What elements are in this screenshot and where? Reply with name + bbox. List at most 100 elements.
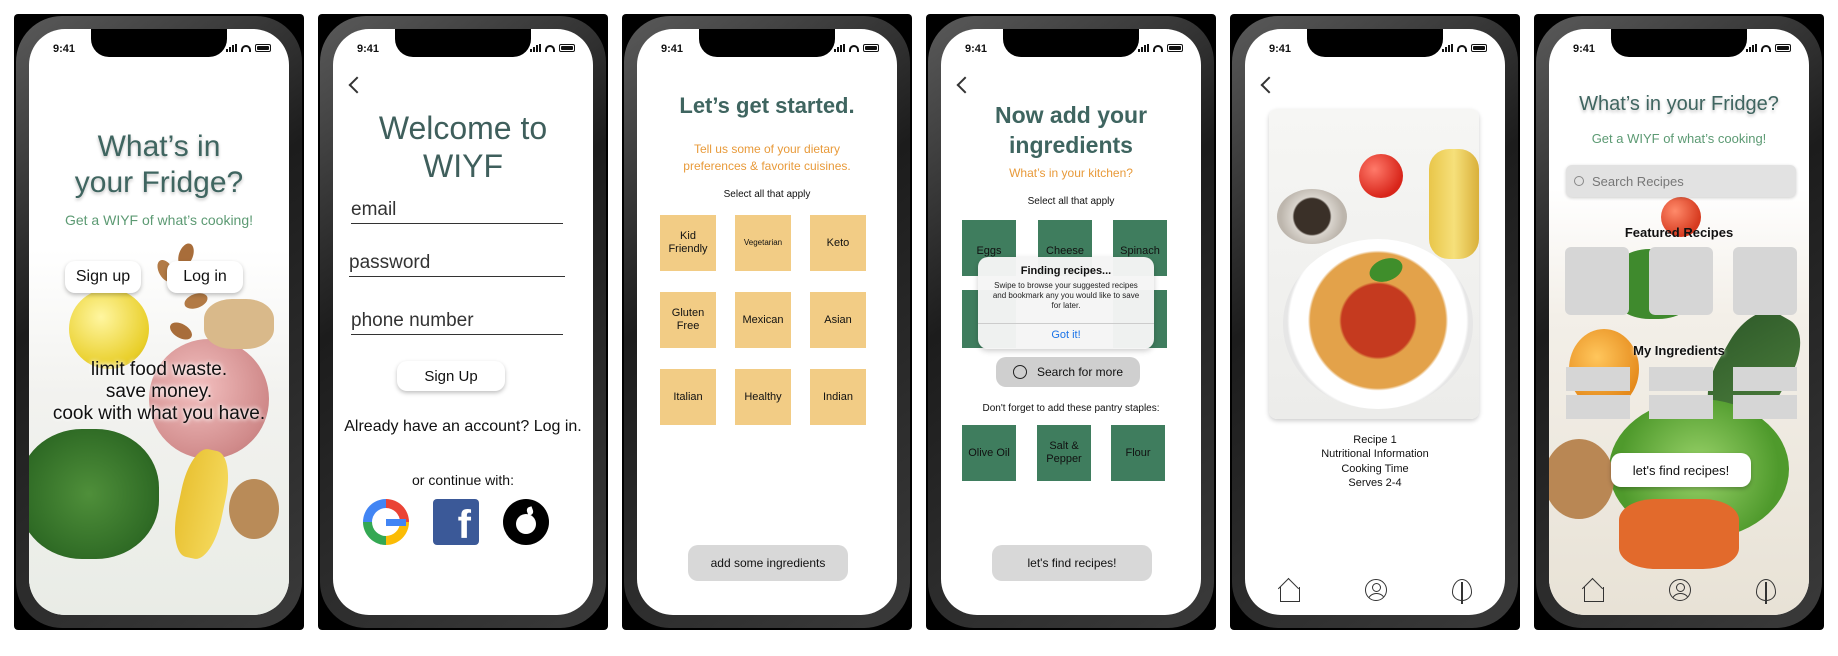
home-screen: 9:41 What’s in your Fridge? Get a WIYF o… [1549, 29, 1809, 615]
sign-up-button[interactable]: Sign up [65, 261, 141, 293]
ingredient-slot-6[interactable] [1733, 395, 1797, 419]
ingredient-slot-2[interactable] [1649, 367, 1713, 391]
status-time: 9:41 [965, 43, 988, 55]
google-icon[interactable] [363, 499, 409, 545]
app-subtitle: Get a WIYF of what’s cooking! [1591, 131, 1767, 146]
profile-icon[interactable] [1364, 579, 1387, 601]
ingredient-slot-3[interactable] [1733, 367, 1797, 391]
search-for-more-label: Search for more [1036, 365, 1124, 379]
got-it-button[interactable]: Got it! [978, 329, 1154, 341]
landing-screen: 9:41 What’s in your Fridge? Get a WIYF o… [29, 29, 289, 615]
option-indian[interactable]: Indian [810, 369, 866, 425]
option-italian[interactable]: Italian [660, 369, 716, 425]
status-time: 9:41 [1269, 43, 1292, 55]
herbs [29, 429, 159, 559]
search-recipes-input[interactable]: Search Recipes [1566, 165, 1796, 197]
featured-card-2[interactable] [1649, 247, 1713, 315]
notch [699, 29, 835, 57]
page-subtitle-line-2: preferences & favorite cuisines. [683, 158, 851, 173]
ingredient-slot-5[interactable] [1649, 395, 1713, 419]
staples-label: Don't forget to add these pantry staples… [982, 403, 1160, 414]
notch [1611, 29, 1747, 57]
find-recipes-button[interactable]: let's find recipes! [1611, 453, 1751, 487]
facebook-icon[interactable]: f [433, 499, 479, 545]
page-subtitle: What’s in your kitchen? [1009, 166, 1133, 180]
home-icon[interactable] [1278, 579, 1300, 602]
page-title: Let’s get started. [679, 93, 855, 118]
search-icon [1012, 365, 1027, 379]
tagline-line-2: save money. [105, 380, 213, 402]
notch [91, 29, 227, 57]
password-field[interactable]: password [349, 252, 565, 277]
option-kid-friendly[interactable]: Kid Friendly [660, 215, 716, 271]
featured-card-3[interactable] [1733, 247, 1797, 315]
dialog-body: Swipe to browse your suggested recipes a… [992, 281, 1140, 310]
battery-icon [255, 44, 271, 52]
log-in-button[interactable]: Log in [167, 261, 243, 293]
wifi-icon [545, 44, 555, 52]
instruction: Select all that apply [1027, 196, 1115, 207]
tagline: limit food waste. save money. cook with … [29, 359, 289, 425]
ingredient-slot-1[interactable] [1566, 367, 1630, 391]
carrots [1619, 499, 1739, 569]
oil-bottle [1429, 149, 1479, 259]
wifi-icon [1457, 44, 1467, 52]
welcome-title-line-2: WIYF [423, 148, 503, 185]
signal-icon [530, 44, 541, 52]
option-healthy[interactable]: Healthy [735, 369, 791, 425]
featured-card-1[interactable] [1565, 247, 1629, 315]
app-subtitle: Get a WIYF of what’s cooking! [64, 212, 254, 228]
back-chevron-icon[interactable] [956, 76, 974, 94]
ingredient-slot-4[interactable] [1566, 395, 1630, 419]
notch [1003, 29, 1139, 57]
search-icon [1574, 176, 1584, 186]
back-chevron-icon[interactable] [348, 76, 366, 94]
phone-number-field[interactable]: phone number [351, 310, 563, 335]
banana [168, 445, 235, 563]
email-field[interactable]: email [351, 199, 563, 224]
app-title: What’s in your Fridge? [29, 129, 289, 201]
find-recipes-button[interactable]: let's find recipes! [992, 545, 1152, 581]
leaf-icon[interactable] [1452, 579, 1473, 604]
recipe-screen: 9:41 Recipe 1 Nutritional Information Co… [1245, 29, 1505, 615]
profile-icon[interactable] [1668, 579, 1691, 601]
battery-icon [863, 44, 879, 52]
option-mexican[interactable]: Mexican [735, 292, 791, 348]
featured-recipes-heading: Featured Recipes [1624, 225, 1734, 240]
tomato [1359, 154, 1403, 198]
dialog-divider [978, 323, 1154, 324]
app-title-line-1: What’s in [97, 130, 221, 163]
option-vegetarian[interactable]: Vegetarian [735, 215, 791, 271]
search-placeholder: Search Recipes [1592, 173, 1684, 189]
tagline-line-3: cook with what you have. [52, 402, 266, 424]
notch [395, 29, 531, 57]
option-asian[interactable]: Asian [810, 292, 866, 348]
phone-bezel: 9:41 Now add your ingredients What’s in … [928, 16, 1214, 628]
lemon [69, 289, 149, 369]
leaf-icon[interactable] [1756, 579, 1777, 604]
sign-up-submit-button[interactable]: Sign Up [397, 361, 505, 391]
add-ingredients-button[interactable]: add some ingredients [688, 545, 848, 581]
tab-bar [1549, 565, 1809, 615]
home-icon[interactable] [1582, 579, 1604, 602]
back-chevron-icon[interactable] [1260, 76, 1278, 94]
phone-bezel: 9:41 Welcome to WIYF email password phon… [320, 16, 606, 628]
produce-background [29, 241, 289, 615]
staple-salt-pepper[interactable]: Salt & Pepper [1037, 425, 1091, 481]
phone-bezel: 9:41 What’s in your Fridge? Get a WIYF o… [16, 16, 302, 628]
phone-frame-ingredients: 9:41 Now add your ingredients What’s in … [926, 14, 1216, 630]
option-gluten-free[interactable]: Gluten Free [660, 292, 716, 348]
search-for-more-button[interactable]: Search for more [996, 357, 1140, 387]
staple-olive-oil[interactable]: Olive Oil [962, 425, 1016, 481]
recipe-info: Recipe 1 Nutritional Information Cooking… [1245, 433, 1505, 490]
option-keto[interactable]: Keto [810, 215, 866, 271]
phone-bezel: 9:41 Let’s get started. Tell us some of … [624, 16, 910, 628]
wifi-icon [1761, 44, 1771, 52]
login-link[interactable]: Already have an account? Log in. [333, 418, 593, 436]
status-time: 9:41 [661, 43, 684, 55]
recipe-photo[interactable] [1269, 109, 1479, 419]
staple-flour[interactable]: Flour [1111, 425, 1165, 481]
potato [229, 479, 279, 539]
status-icons [1138, 44, 1183, 52]
apple-icon[interactable] [503, 499, 549, 545]
